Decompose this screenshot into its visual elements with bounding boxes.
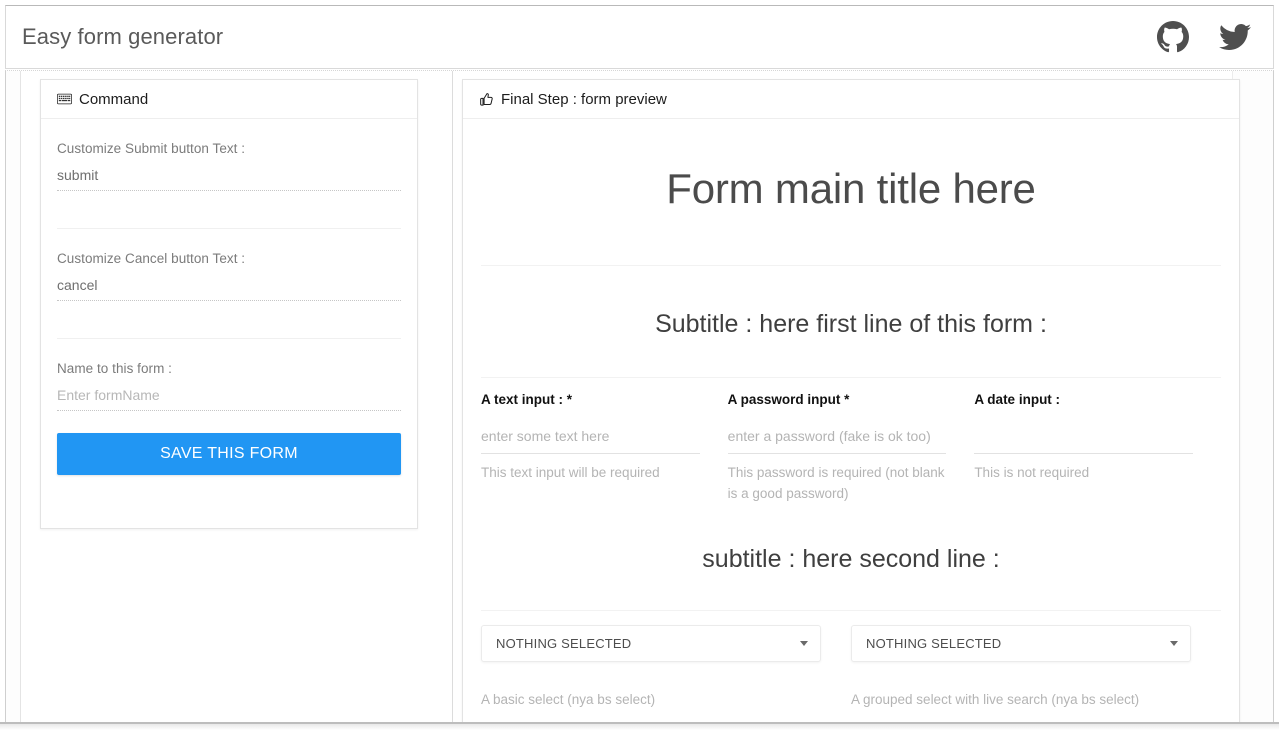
date-input-help: This is not required — [974, 465, 1090, 480]
content-stage: Command Customize Submit button Text : C… — [5, 70, 1274, 723]
submit-text-input[interactable] — [57, 158, 401, 191]
form-subtitle-two: subtitle : here second line : — [481, 505, 1221, 611]
form-name-input[interactable] — [57, 378, 401, 411]
basic-select[interactable]: NOTHING SELECTED — [481, 624, 821, 662]
inputs-row: A text input : * This text input will be… — [481, 378, 1221, 505]
password-input-group: A password input * This password is requ… — [727, 392, 975, 505]
submit-text-label: Customize Submit button Text : — [57, 141, 246, 156]
top-navbar: Easy form generator — [5, 5, 1274, 69]
preview-panel-header: Final Step : form preview — [463, 80, 1239, 119]
twitter-icon[interactable] — [1219, 21, 1251, 53]
preview-panel: Final Step : form preview Form main titl… — [462, 79, 1240, 723]
navbar-social-links — [1157, 21, 1251, 53]
date-input-label: A date input : — [974, 392, 1061, 407]
password-input-label: A password input * — [727, 392, 850, 407]
grouped-select[interactable]: NOTHING SELECTED — [851, 624, 1191, 662]
password-input-field[interactable] — [727, 426, 947, 454]
command-panel-body: Customize Submit button Text : Customize… — [41, 119, 417, 475]
grouped-select-help: A grouped select with live search (nya b… — [851, 691, 1140, 707]
command-panel: Command Customize Submit button Text : C… — [40, 79, 418, 529]
preview-panel-title: Final Step : form preview — [501, 90, 667, 108]
form-main-title: Form main title here — [481, 119, 1221, 266]
column-divider — [452, 71, 453, 722]
password-input-help: This password is required (not blank is … — [727, 465, 945, 501]
grouped-select-group: NOTHING SELECTED A grouped select with l… — [851, 624, 1221, 707]
date-input-group: A date input : This is not required — [974, 392, 1221, 505]
thumbs-up-icon — [479, 92, 494, 107]
text-input-help: This text input will be required — [481, 465, 660, 480]
grouped-select-value: NOTHING SELECTED — [866, 635, 1002, 651]
selects-row: NOTHING SELECTED A basic select (nya bs … — [481, 611, 1221, 707]
cancel-text-input[interactable] — [57, 268, 401, 301]
window-bottom-edge — [0, 722, 1279, 730]
github-icon[interactable] — [1157, 21, 1189, 53]
form-name-label: Name to this form : — [57, 361, 172, 376]
basic-select-group: NOTHING SELECTED A basic select (nya bs … — [481, 624, 851, 707]
app-root: Easy form generator Command Customize Su… — [0, 0, 1279, 730]
text-input-group: A text input : * This text input will be… — [481, 392, 728, 505]
keyboard-icon — [57, 93, 72, 105]
chevron-down-icon — [800, 640, 808, 646]
submit-text-hint-area — [57, 191, 401, 229]
save-form-button[interactable]: SAVE THIS FORM — [57, 433, 401, 475]
chevron-down-icon — [1170, 640, 1178, 646]
text-input-label: A text input : * — [481, 392, 572, 407]
cancel-text-label: Customize Cancel button Text : — [57, 251, 246, 266]
text-input-field[interactable] — [481, 426, 700, 454]
command-panel-header: Command — [41, 80, 417, 119]
cancel-text-hint-area — [57, 301, 401, 339]
basic-select-help: A basic select (nya bs select) — [481, 691, 656, 707]
form-subtitle-one: Subtitle : here first line of this form … — [481, 266, 1221, 378]
date-input-field[interactable] — [974, 426, 1193, 454]
preview-panel-body: Form main title here Subtitle : here fir… — [463, 119, 1239, 707]
basic-select-value: NOTHING SELECTED — [496, 635, 632, 651]
left-gutter — [6, 71, 21, 722]
app-title: Easy form generator — [22, 24, 224, 49]
command-panel-title: Command — [79, 90, 149, 108]
